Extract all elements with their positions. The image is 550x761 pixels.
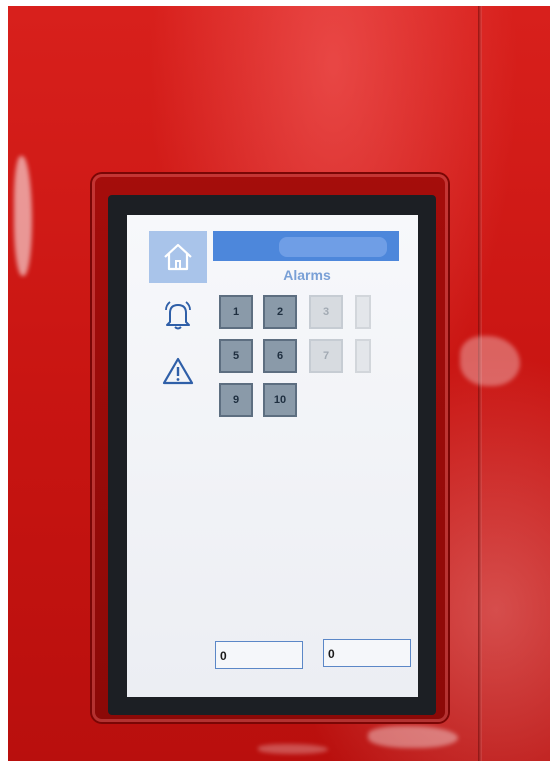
counter-field-right: 0 [323, 639, 411, 667]
touch-screen: Alarms 1 2 3 5 6 7 9 10 0 0 [127, 215, 418, 697]
alarm-tile[interactable] [355, 295, 371, 329]
alarm-tile[interactable]: 7 [309, 339, 343, 373]
glare [258, 744, 328, 754]
sidebar-item-alarms[interactable] [149, 289, 207, 341]
alarm-tile[interactable]: 5 [219, 339, 253, 373]
warning-icon [162, 357, 194, 385]
header-title [279, 237, 387, 257]
bell-icon [165, 301, 191, 330]
alarm-tile[interactable] [355, 339, 371, 373]
alarm-tile[interactable]: 2 [263, 295, 297, 329]
sidebar [149, 231, 209, 401]
glare [368, 726, 458, 748]
home-icon [164, 243, 192, 271]
alarm-tile[interactable]: 3 [309, 295, 343, 329]
sidebar-item-warnings[interactable] [149, 345, 207, 397]
glare [460, 336, 520, 386]
alarm-tile[interactable]: 9 [219, 383, 253, 417]
alarm-tile[interactable]: 1 [219, 295, 253, 329]
alarm-tile[interactable]: 6 [263, 339, 297, 373]
alarm-tile[interactable]: 10 [263, 383, 297, 417]
counter-field-left: 0 [215, 641, 303, 669]
page-title: Alarms [283, 267, 331, 283]
sidebar-item-home[interactable] [149, 231, 207, 283]
glare [14, 156, 32, 276]
